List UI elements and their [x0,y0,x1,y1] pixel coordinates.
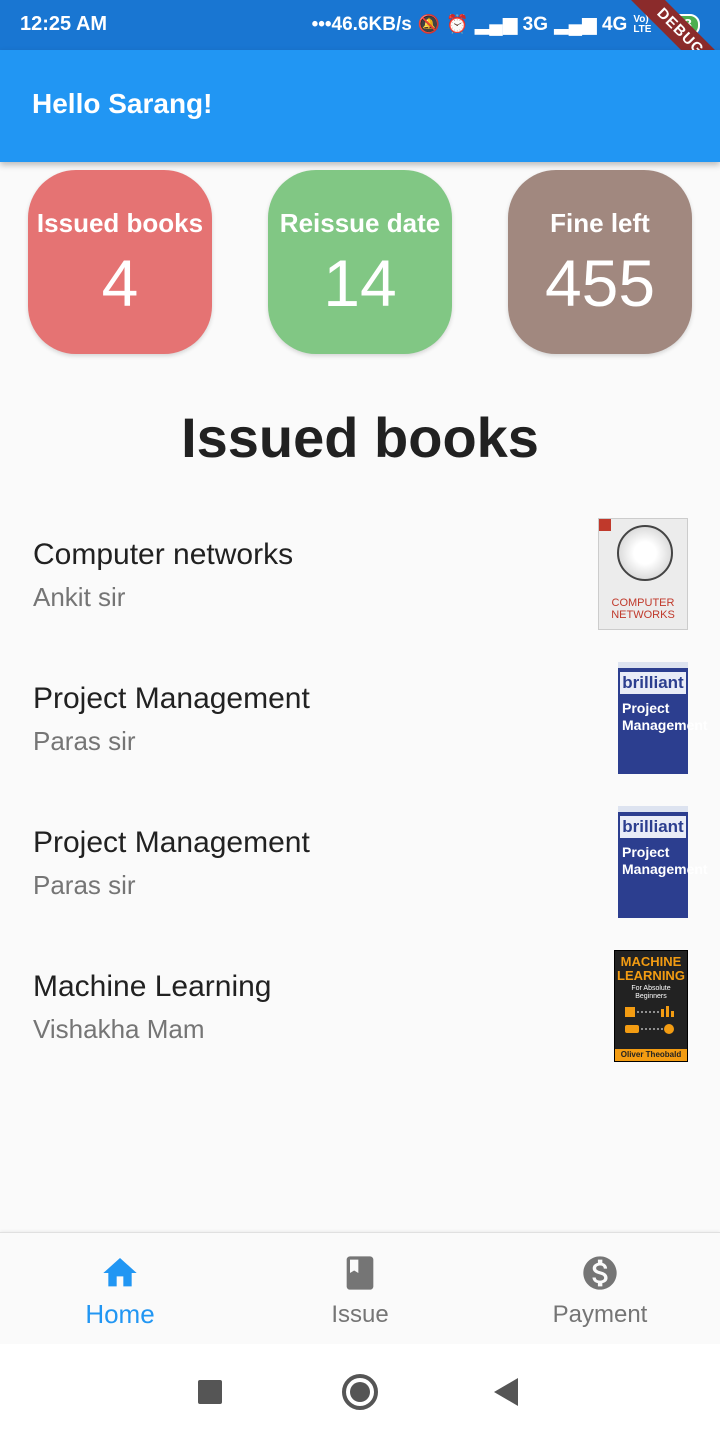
book-title: Project Management [33,682,310,715]
list-item[interactable]: Machine Learning Vishakha Mam MACHINE LE… [0,932,720,1076]
machine-learning-cover: MACHINE LEARNING For Absolute Beginners … [614,950,688,1062]
signal-3g: ▂▄▆ 3G [474,14,548,35]
book-author: Vishakha Mam [33,1014,205,1044]
stat-value: 455 [544,246,656,320]
cover-brand: brilliant [620,816,686,838]
nav-label: Payment [552,1301,648,1328]
app-bar: Hello Sarang! [0,50,720,162]
home-icon [103,1258,137,1287]
book-title: Computer networks [33,538,294,571]
project-management-cover: brilliant Project Management [618,662,708,774]
cover-subtitle: For Absolute Beginners [631,985,671,1000]
cover-text: Project Management [622,844,708,877]
cover-text: Project Management [622,700,708,733]
stat-label: Issued books [36,208,204,238]
stat-value: 4 [101,246,139,320]
list-item[interactable]: Project Management Paras sir brilliant P… [0,788,720,932]
section-title: Issued books [181,406,539,469]
fine-left-card[interactable]: Fine left 455 [508,170,692,354]
status-icons: •••46.6KB/s 🔕 ⏰ ▂▄▆ 3G ▂▄▆ 4G Vo) LTE 23 [312,13,700,36]
cover-author: Oliver Theobald [615,1049,687,1061]
home-circle-icon[interactable] [340,1372,380,1412]
issued-books-card[interactable]: Issued books 4 [28,170,212,354]
nav-label: Issue [331,1301,389,1328]
network-globe-icon [617,525,673,581]
book-title: Project Management [33,826,310,859]
project-management-cover: brilliant Project Management [618,806,708,918]
cover-text: MACHINE LEARNING [617,954,685,983]
computer-networks-cover: COMPUTER NETWORKS [598,518,688,630]
stat-value: 14 [323,246,397,320]
system-navigation-bar [0,1344,720,1440]
book-title: Machine Learning [33,970,272,1003]
bottom-navigation: Home Issue Payment [0,1232,720,1344]
list-item[interactable]: Project Management Paras sir brilliant P… [0,644,720,788]
cover-diagram-icon [621,1003,681,1043]
stat-label: Fine left [550,208,650,238]
cover-brand: brilliant [620,672,686,694]
signal-4g: ▂▄▆ 4G [553,14,628,35]
book-icon [346,1256,374,1290]
stat-label: Reissue date [279,208,441,238]
status-time: 12:25 AM [20,13,108,35]
recents-square-icon[interactable] [198,1380,222,1404]
status-bar: 12:25 AM •••46.6KB/s 🔕 ⏰ ▂▄▆ 3G ▂▄▆ 4G V… [0,0,720,98]
book-author: Ankit sir [33,582,126,612]
book-author: Paras sir [33,726,136,756]
book-author: Paras sir [33,870,136,900]
back-triangle-icon[interactable] [494,1378,520,1406]
nav-label: Home [85,1299,155,1329]
dollar-circle-icon [583,1256,617,1290]
page-title: Hello Sarang! [32,88,213,119]
cover-ribbon [599,519,611,531]
notifications-off-icon: 🔕 [417,14,441,34]
network-speed: •••46.6KB/s [311,13,412,35]
reissue-date-card[interactable]: Reissue date 14 [268,170,452,354]
book-list: Computer networks Ankit sir COMPUTER NET… [0,500,720,1076]
list-item[interactable]: Computer networks Ankit sir COMPUTER NET… [0,500,720,644]
nav-item-home[interactable]: Home [0,1233,240,1345]
alarm-icon: ⏰ [446,14,469,34]
nav-item-issue[interactable]: Issue [240,1233,480,1345]
nav-item-payment[interactable]: Payment [480,1233,720,1345]
cover-text: COMPUTER NETWORKS [611,597,675,621]
